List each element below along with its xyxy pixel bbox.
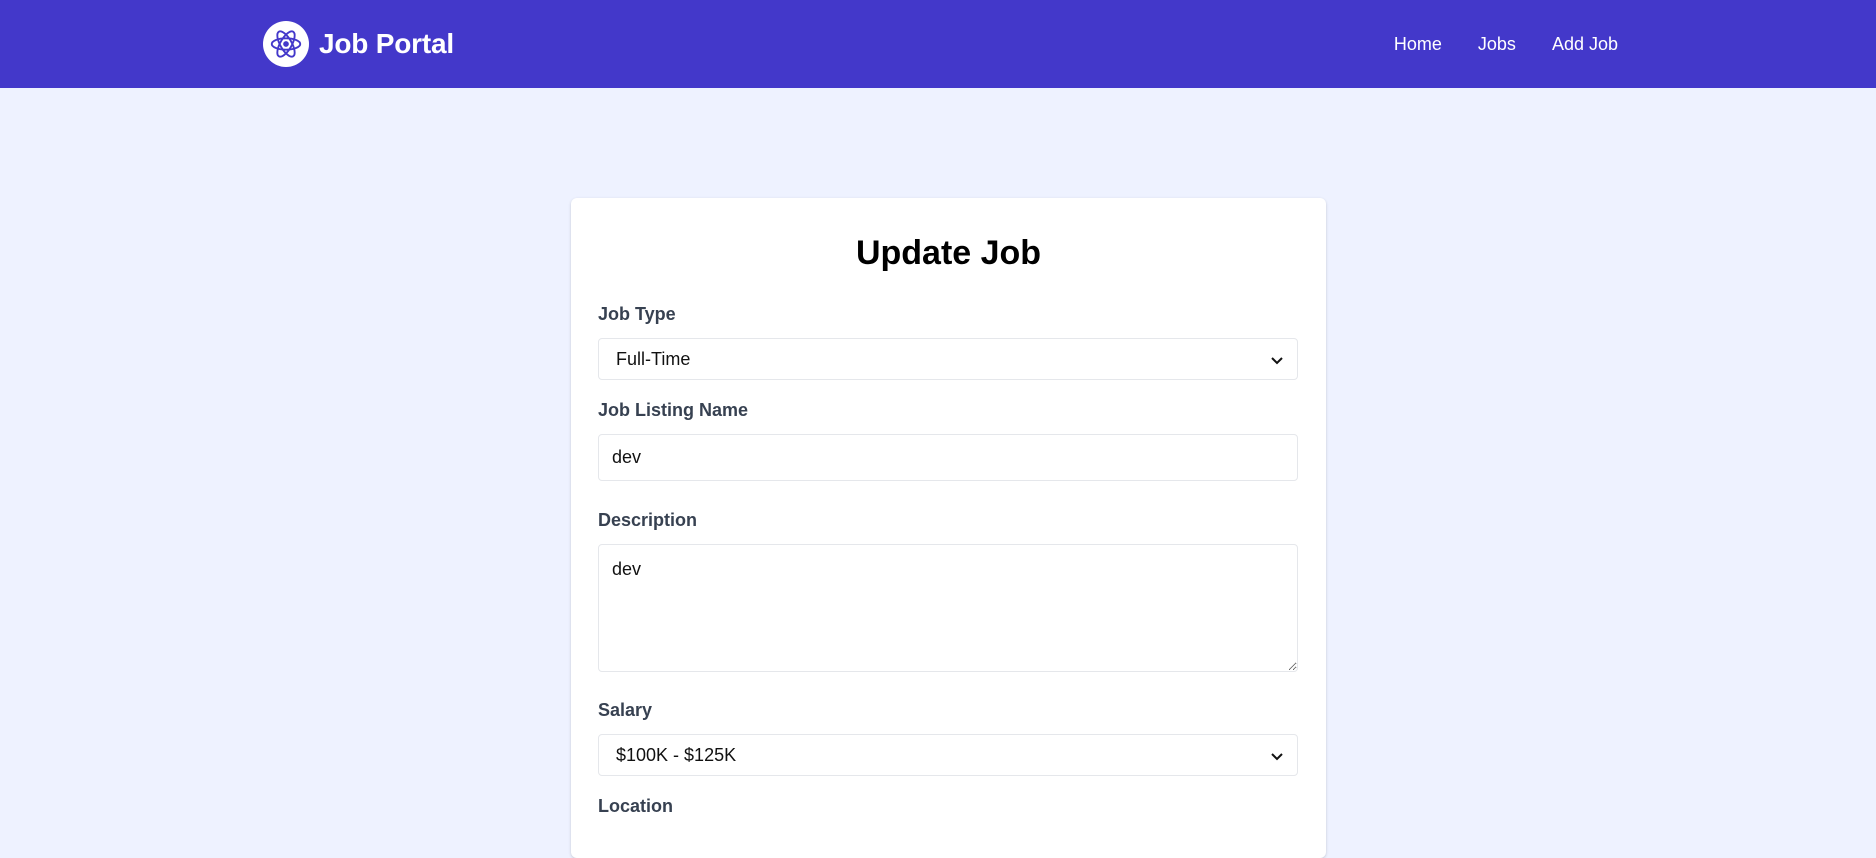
description-label: Description [598, 510, 698, 530]
form-title: Update Job [855, 234, 1042, 272]
brand-title: Job Portal [319, 27, 454, 59]
chevron-down-icon [1271, 753, 1283, 761]
description-textarea[interactable]: dev [598, 544, 1298, 672]
location-label: Location [598, 796, 673, 816]
job-type-label: Job Type [598, 304, 676, 324]
top-navbar: Job Portal Home Jobs Add Job [0, 0, 1876, 88]
nav-jobs-link[interactable]: Jobs [1460, 26, 1534, 63]
nav-add-job-link[interactable]: Add Job [1534, 26, 1618, 63]
update-job-form-card: Update Job Job Type Full-Time Job Listin… [571, 198, 1326, 858]
salary-label: Salary [598, 700, 653, 720]
salary-selected-value: $100K - $125K [616, 744, 737, 765]
brand-home-link[interactable]: Job Portal [263, 20, 454, 67]
job-type-select[interactable]: Full-Time [598, 338, 1298, 380]
chevron-down-icon [1271, 357, 1283, 365]
react-atom-icon [263, 20, 309, 67]
nav-home-link[interactable]: Home [1376, 26, 1460, 63]
job-type-selected-value: Full-Time [616, 348, 691, 369]
main-nav: Home Jobs Add Job [1376, 0, 1618, 88]
job-listing-name-label: Job Listing Name [598, 400, 749, 420]
job-listing-name-input[interactable] [598, 434, 1298, 481]
salary-select[interactable]: $100K - $125K [598, 734, 1298, 776]
